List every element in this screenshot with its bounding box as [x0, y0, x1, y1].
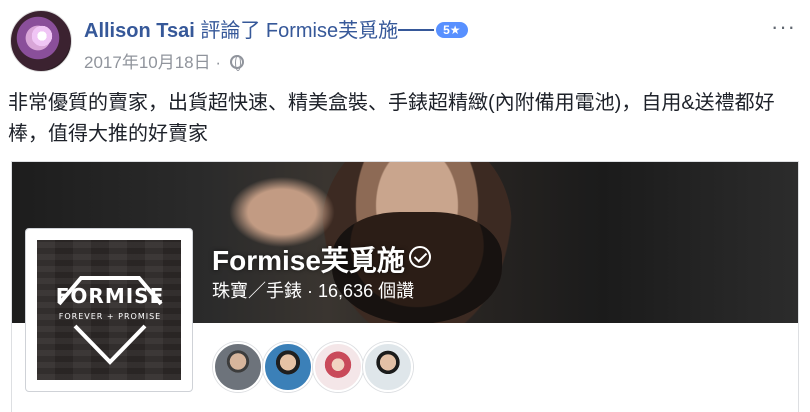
page-profile-picture[interactable]: FORMISE FOREVER + PROMISE	[25, 228, 193, 392]
likes-separator: ·	[307, 281, 314, 301]
post-date-link[interactable]: 2017年10月18日	[84, 53, 211, 72]
meta-separator: ·	[215, 53, 222, 72]
author-avatar[interactable]	[10, 10, 72, 72]
friend-avatar-4[interactable]	[363, 342, 413, 392]
page-category[interactable]: 珠寶／手錶	[212, 281, 302, 301]
action-text: 評論了	[200, 20, 261, 42]
brand-tagline: FOREVER + PROMISE	[58, 312, 162, 321]
reviewed-page-link[interactable]: Formise芙覓施	[266, 20, 398, 42]
page-category-likes: 珠寶／手錶 · 16,636 個讚	[212, 277, 414, 303]
globe-icon[interactable]	[229, 55, 244, 71]
friend-avatar-3[interactable]	[313, 342, 363, 392]
brand-logo: FORMISE FOREVER + PROMISE	[37, 240, 181, 380]
rating-badge: 5★	[436, 22, 468, 38]
post-header: Allison Tsai 評論了 Formise芙覓施 5★ 2017年10月18…	[8, 8, 802, 74]
post-body-text: 非常優質的賣家，出貨超快速、精美盒裝、手錶超精緻(內附備用電池)，自用&送禮都好…	[8, 92, 775, 145]
page-name-link[interactable]: Formise芙覓施	[212, 239, 431, 279]
author-name-link[interactable]: Allison Tsai	[84, 20, 195, 42]
more-horizontal-icon[interactable]: ···	[771, 14, 796, 40]
friend-avatar-1[interactable]	[213, 342, 263, 392]
page-likes-count: 16,636 個讚	[318, 281, 415, 301]
page-preview-card[interactable]: FORMISE FOREVER + PROMISE Formise芙覓施 珠寶／…	[11, 161, 799, 412]
verified-check-icon	[408, 246, 431, 268]
friend-avatar-2[interactable]	[263, 342, 313, 392]
page-name-text[interactable]: Formise芙覓施	[212, 245, 405, 276]
post-meta: 2017年10月18日 ·	[84, 48, 244, 73]
rating-divider	[398, 29, 435, 31]
brand-wordmark: FORMISE	[55, 284, 165, 308]
post-title-line: Allison Tsai 評論了 Formise芙覓施 5★	[84, 14, 468, 43]
